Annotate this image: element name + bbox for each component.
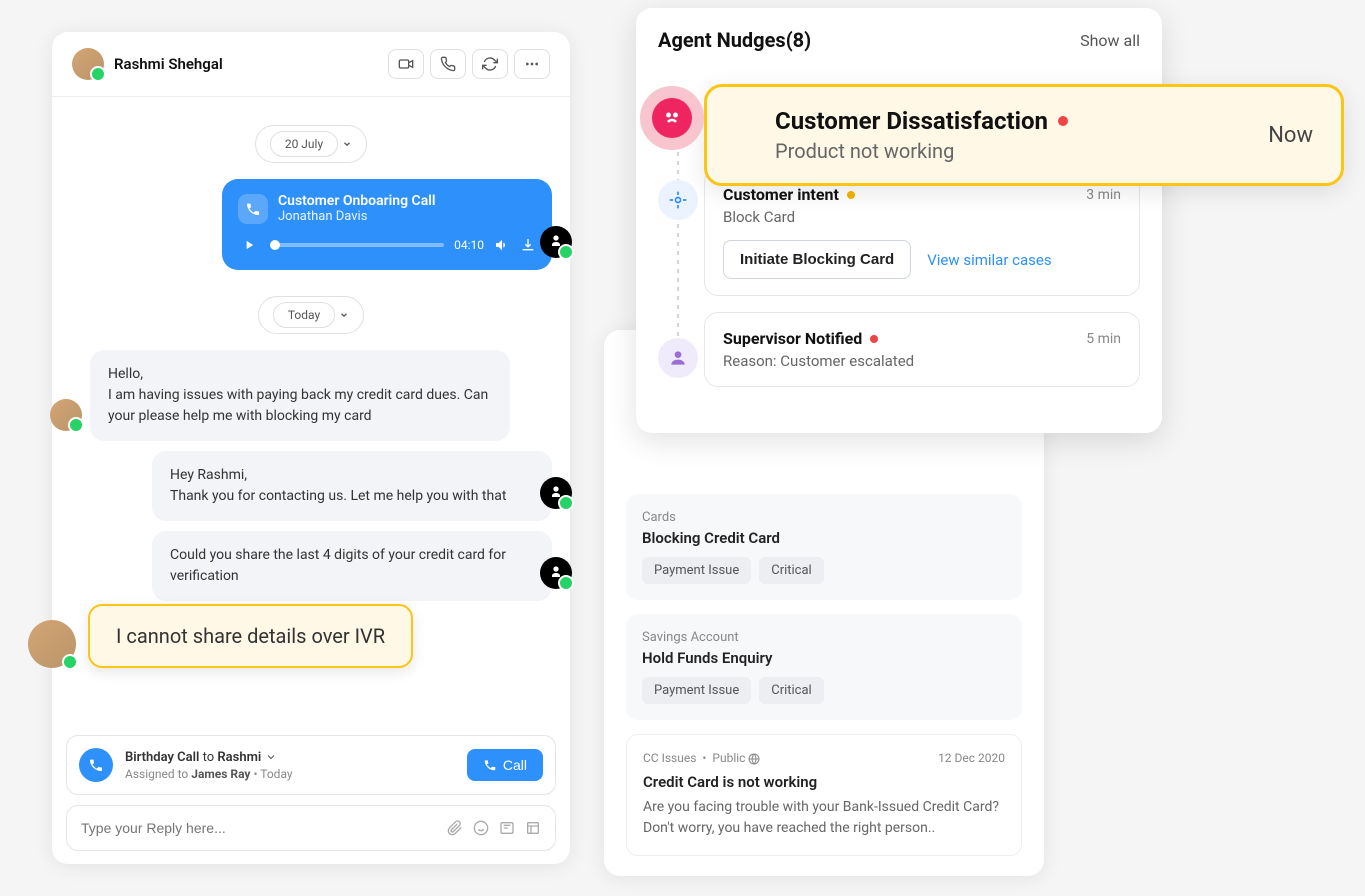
date-divider-2: Today [70, 296, 552, 334]
audio-call-button[interactable] [430, 49, 466, 79]
supervisor-icon [658, 338, 698, 378]
nudges-panel: Agent Nudges(8) Show all Customer intent… [636, 8, 1162, 433]
nudge-time: 3 min [1086, 187, 1121, 203]
knowledge-title: Hold Funds Enquiry [642, 649, 1006, 667]
message-bubble: Could you share the last 4 digits of you… [152, 531, 552, 601]
nudge-highlight-title: Customer Dissatisfaction [775, 107, 1248, 135]
phone-icon [238, 194, 268, 224]
msg-row-2: Hey Rashmi, Thank you for contacting us.… [70, 451, 552, 521]
date-text: Today [273, 302, 335, 328]
attachment-icon[interactable] [447, 820, 463, 836]
view-similar-link[interactable]: View similar cases [927, 251, 1051, 269]
tag: Critical [759, 557, 823, 584]
header-actions [388, 49, 550, 79]
chat-body: 20 July Customer Onboaring Call Jonathan… [52, 97, 570, 631]
nudge-highlight-card: Customer Dissatisfaction Product not wor… [704, 84, 1344, 186]
nudge-supervisor-card: Supervisor Notified 5 min Reason: Custom… [704, 312, 1140, 387]
refresh-button[interactable] [472, 49, 508, 79]
article-source: CC Issues [643, 751, 696, 765]
play-button[interactable] [238, 234, 260, 256]
chevron-down-icon [339, 310, 349, 320]
article-date: 12 Dec 2020 [938, 751, 1005, 765]
agent-avatar [540, 477, 572, 509]
date-divider-1: 20 July [70, 125, 552, 163]
intent-icon [658, 180, 698, 220]
emoji-icon[interactable] [473, 820, 489, 836]
dissatisfaction-icon [640, 86, 704, 150]
tag: Critical [759, 677, 823, 704]
nudges-title: Agent Nudges(8) [658, 28, 811, 52]
nudge-highlight-sub: Product not working [775, 139, 1248, 163]
message-bubble: Hey Rashmi, Thank you for contacting us.… [152, 451, 552, 521]
chat-header: Rashmi Shehgal [52, 32, 570, 97]
voice-message: Customer Onboaring Call Jonathan Davis 0… [222, 179, 552, 270]
status-dot [847, 191, 855, 199]
call-line-2: Assigned to James Ray • Today [125, 767, 455, 781]
contact-name: Rashmi Shehgal [114, 55, 223, 73]
audio-slider[interactable] [270, 243, 444, 247]
status-dot [1058, 116, 1068, 126]
chat-input [66, 805, 556, 851]
voice-title: Customer Onboaring Call [278, 193, 436, 209]
tag: Payment Issue [642, 557, 751, 584]
date-text: 20 July [270, 131, 338, 157]
article-title: Credit Card is not working [643, 773, 1005, 791]
article-visibility: Public [712, 751, 745, 765]
tag: Payment Issue [642, 677, 751, 704]
nudge-intent-card: Customer intent 3 min Block Card Initiat… [704, 168, 1140, 296]
status-dot [870, 335, 878, 343]
call-card: Birthday Call to Rashmi Assigned to Jame… [66, 735, 556, 795]
call-button[interactable]: Call [467, 749, 543, 781]
message-bubble: Hello, I am having issues with paying ba… [90, 350, 510, 441]
voice-row: Customer Onboaring Call Jonathan Davis 0… [70, 179, 552, 270]
knowledge-category: Savings Account [642, 630, 1006, 645]
template-icon[interactable] [525, 820, 541, 836]
canned-icon[interactable] [499, 820, 515, 836]
chat-highlight-bubble: I cannot share details over IVR [88, 604, 413, 668]
nudge-time: 5 min [1086, 331, 1121, 347]
agent-avatar [540, 226, 572, 258]
reply-input[interactable] [81, 820, 439, 836]
phone-icon [79, 748, 113, 782]
globe-icon [748, 753, 760, 765]
chevron-down-icon[interactable] [265, 751, 277, 763]
nudge-label: Customer intent [723, 185, 855, 204]
customer-avatar [50, 399, 82, 431]
highlight-customer-avatar [28, 620, 76, 668]
contact-avatar [72, 48, 104, 80]
initiate-blocking-button[interactable]: Initiate Blocking Card [723, 240, 911, 279]
agent-avatar [540, 557, 572, 589]
call-line-1: Birthday Call to Rashmi [125, 750, 455, 765]
knowledge-card[interactable]: Cards Blocking Credit Card Payment Issue… [626, 494, 1022, 600]
nudge-label: Supervisor Notified [723, 329, 878, 348]
msg-row-3: Could you share the last 4 digits of you… [70, 531, 552, 601]
knowledge-title: Blocking Credit Card [642, 529, 1006, 547]
volume-icon[interactable] [494, 237, 510, 253]
nudge-highlight-time: Now [1268, 123, 1313, 148]
article-body: Are you facing trouble with your Bank-Is… [643, 797, 1005, 839]
chevron-down-icon [342, 139, 352, 149]
show-all-link[interactable]: Show all [1080, 31, 1140, 50]
nudge-sub: Reason: Customer escalated [723, 352, 1121, 370]
audio-time: 04:10 [454, 238, 484, 252]
voice-sub: Jonathan Davis [278, 209, 436, 224]
knowledge-category: Cards [642, 510, 1006, 525]
nudge-sub: Block Card [723, 208, 1121, 226]
article-card[interactable]: CC Issues • Public 12 Dec 2020 Credit Ca… [626, 734, 1022, 856]
chat-panel: Rashmi Shehgal 20 July Customer Onboarin… [52, 32, 570, 864]
download-icon[interactable] [520, 237, 536, 253]
knowledge-card[interactable]: Savings Account Hold Funds Enquiry Payme… [626, 614, 1022, 720]
more-button[interactable] [514, 49, 550, 79]
video-call-button[interactable] [388, 49, 424, 79]
msg-row-1: Hello, I am having issues with paying ba… [70, 350, 552, 441]
